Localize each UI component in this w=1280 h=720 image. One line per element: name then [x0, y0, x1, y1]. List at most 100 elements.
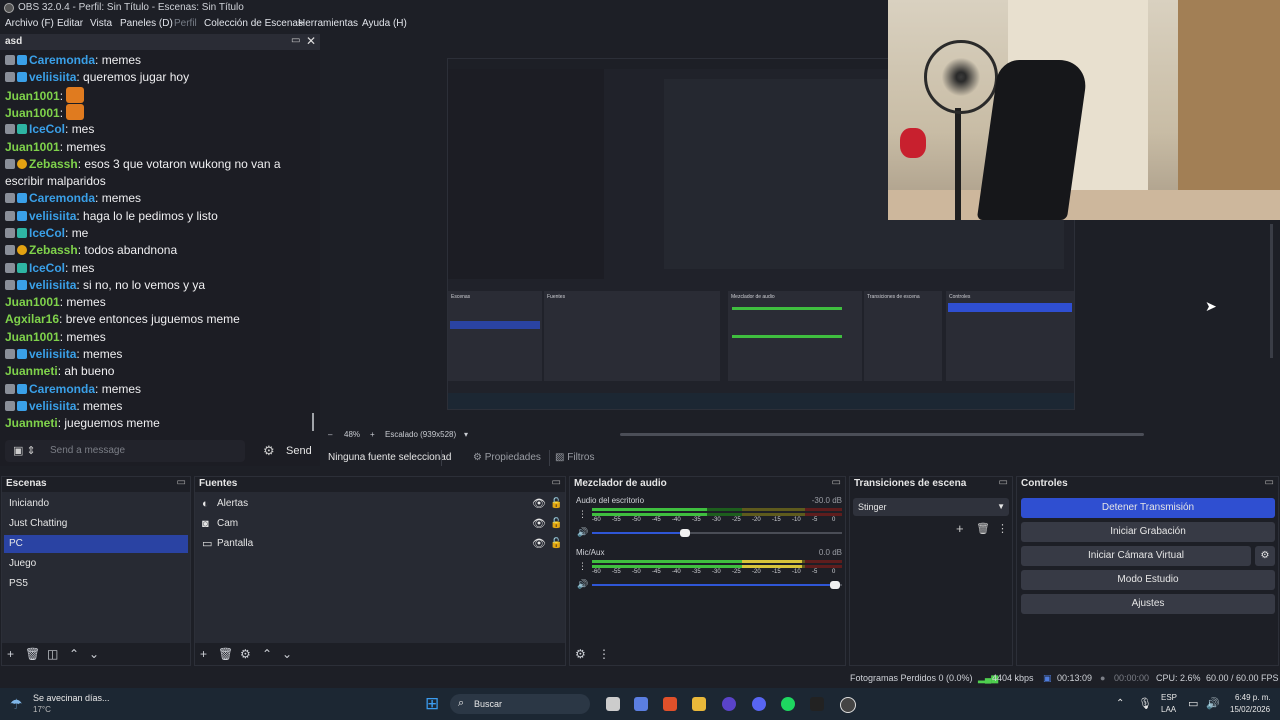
preview-vertical-scrollbar[interactable]: [1270, 224, 1273, 358]
preview-horizontal-scrollbar[interactable]: [620, 433, 1144, 436]
start-virtual-camera-button[interactable]: Iniciar Cámara Virtual: [1021, 546, 1251, 566]
menu-archivo[interactable]: Archivo (F): [5, 18, 54, 29]
volume-slider-knob[interactable]: [829, 581, 840, 589]
properties-button[interactable]: ⚙ Propiedades: [473, 452, 541, 463]
volume-slider[interactable]: [592, 581, 842, 589]
source-item[interactable]: ▭ Pantalla 👁 🔓: [195, 535, 571, 553]
chat-username[interactable]: IceCol: [29, 261, 65, 275]
menu-herramientas[interactable]: Herramientas: [298, 18, 358, 29]
channel-menu-icon[interactable]: ⋮: [578, 509, 587, 520]
obs-taskbar-icon[interactable]: [840, 697, 856, 713]
move-up-icon[interactable]: ⌃: [262, 647, 272, 661]
menu-paneles[interactable]: Paneles (D): [120, 18, 173, 29]
taskbar-search[interactable]: ⌕ Buscar: [450, 694, 590, 714]
virtual-camera-settings-gear-icon[interactable]: ⚙: [1255, 546, 1275, 566]
studio-mode-button[interactable]: Modo Estudio: [1021, 570, 1275, 590]
move-down-icon[interactable]: ⌄: [89, 647, 99, 661]
menu-ayuda[interactable]: Ayuda (H): [362, 18, 407, 29]
source-settings-icon[interactable]: ⚙: [240, 647, 251, 661]
chat-username[interactable]: Zebassh: [29, 243, 78, 257]
copilot-icon[interactable]: [634, 697, 648, 711]
chat-username[interactable]: Zebassh: [29, 157, 78, 171]
move-up-icon[interactable]: ⌃: [69, 647, 79, 661]
zoom-out-button[interactable]: –: [328, 430, 332, 439]
chat-username[interactable]: Juan1001: [5, 295, 60, 309]
filters-button[interactable]: ▨ Filtros: [555, 452, 594, 463]
chat-username[interactable]: Juan1001: [5, 330, 60, 344]
chat-username[interactable]: veliisiita: [29, 209, 76, 223]
clock-time[interactable]: 6:49 p. m.: [1235, 693, 1271, 702]
chat-username[interactable]: Caremonda: [29, 53, 95, 67]
add-scene-icon[interactable]: +: [7, 647, 14, 661]
chat-username[interactable]: Juan1001: [5, 140, 60, 154]
undock-icon[interactable]: ▭: [291, 35, 300, 46]
source-item[interactable]: ◙ Cam 👁 🔓: [195, 515, 571, 533]
lock-icon[interactable]: 🔓: [550, 495, 562, 513]
chat-username[interactable]: IceCol: [29, 226, 65, 240]
remove-source-icon[interactable]: 🗑: [218, 647, 233, 661]
transition-select[interactable]: Stinger ▼: [853, 498, 1009, 516]
chat-username[interactable]: Agxilar16: [5, 312, 59, 326]
language-indicator[interactable]: ESP: [1161, 693, 1177, 702]
chat-username[interactable]: Juanmeti: [5, 416, 58, 430]
windows-start-icon[interactable]: ⊞: [425, 694, 439, 714]
mixer-menu-icon[interactable]: ⋮: [598, 647, 610, 661]
scale-mode[interactable]: Escalado (939x528): [385, 430, 456, 439]
advanced-audio-icon[interactable]: ⚙: [575, 647, 586, 661]
chat-username[interactable]: veliisiita: [29, 347, 76, 361]
spotify-icon[interactable]: [781, 697, 795, 711]
move-down-icon[interactable]: ⌄: [282, 647, 292, 661]
volume-icon[interactable]: 🔊: [577, 527, 588, 538]
menu-vista[interactable]: Vista: [90, 18, 112, 29]
volume-slider[interactable]: [592, 529, 842, 537]
visibility-eye-icon[interactable]: 👁: [532, 495, 546, 513]
menu-coleccion[interactable]: Colección de Escenas: [204, 18, 303, 29]
discord-icon[interactable]: [752, 697, 766, 711]
mic-icon[interactable]: 🎙: [1138, 697, 1152, 710]
undock-icon[interactable]: ▭: [552, 477, 561, 488]
undock-icon[interactable]: ▭: [999, 477, 1008, 488]
undock-icon[interactable]: ▭: [832, 477, 841, 488]
chat-username[interactable]: Caremonda: [29, 382, 95, 396]
visibility-eye-icon[interactable]: 👁: [532, 535, 546, 553]
chat-username[interactable]: veliisiita: [29, 399, 76, 413]
chat-username[interactable]: Juan1001: [5, 106, 60, 120]
filter-scene-icon[interactable]: ◫: [47, 647, 58, 661]
chat-scrollbar[interactable]: [312, 413, 314, 431]
volume-icon[interactable]: 🔊: [1206, 697, 1220, 710]
weather-icon[interactable]: ☂: [10, 696, 23, 713]
app-icon[interactable]: [722, 697, 736, 711]
channel-menu-icon[interactable]: ⋮: [578, 561, 587, 572]
chat-username[interactable]: Caremonda: [29, 191, 95, 205]
chat-settings-gear-icon[interactable]: ⚙: [263, 443, 275, 459]
network-icon[interactable]: ▭: [1188, 697, 1198, 710]
settings-button[interactable]: Ajustes: [1021, 594, 1275, 614]
file-explorer-icon[interactable]: [692, 697, 706, 711]
chat-username[interactable]: Juan1001: [5, 89, 60, 103]
chat-username[interactable]: Juanmeti: [5, 364, 58, 378]
lock-icon[interactable]: 🔓: [550, 535, 562, 553]
chat-username[interactable]: veliisiita: [29, 278, 76, 292]
scene-item[interactable]: Just Chatting: [4, 515, 188, 533]
add-transition-icon[interactable]: +: [956, 521, 964, 536]
weather-text[interactable]: Se avecinan días...: [33, 693, 110, 703]
add-source-icon[interactable]: +: [200, 647, 207, 661]
menu-perfil[interactable]: Perfil: [174, 18, 197, 29]
stop-stream-button[interactable]: Detener Transmisión: [1021, 498, 1275, 518]
scale-dropdown-icon[interactable]: ▾: [464, 430, 468, 439]
lock-icon[interactable]: 🔓: [550, 515, 562, 533]
remove-transition-icon[interactable]: 🗑: [976, 522, 990, 535]
scene-item[interactable]: PC: [4, 535, 188, 553]
source-item[interactable]: ◐ Alertas 👁 🔓: [195, 495, 571, 513]
scene-item[interactable]: Iniciando: [4, 495, 188, 513]
scene-item[interactable]: Juego: [4, 555, 188, 573]
zoom-in-button[interactable]: +: [370, 430, 375, 439]
chat-username[interactable]: IceCol: [29, 122, 65, 136]
close-icon[interactable]: ✕: [306, 34, 316, 48]
remove-scene-icon[interactable]: 🗑: [25, 647, 40, 661]
menu-editar[interactable]: Editar: [57, 18, 83, 29]
volume-icon[interactable]: 🔊: [577, 579, 588, 590]
twitch-icon[interactable]: ▣ ⇕: [13, 444, 36, 457]
chat-username[interactable]: veliisiita: [29, 70, 76, 84]
tray-chevron-up-icon[interactable]: ⌃: [1116, 698, 1124, 709]
